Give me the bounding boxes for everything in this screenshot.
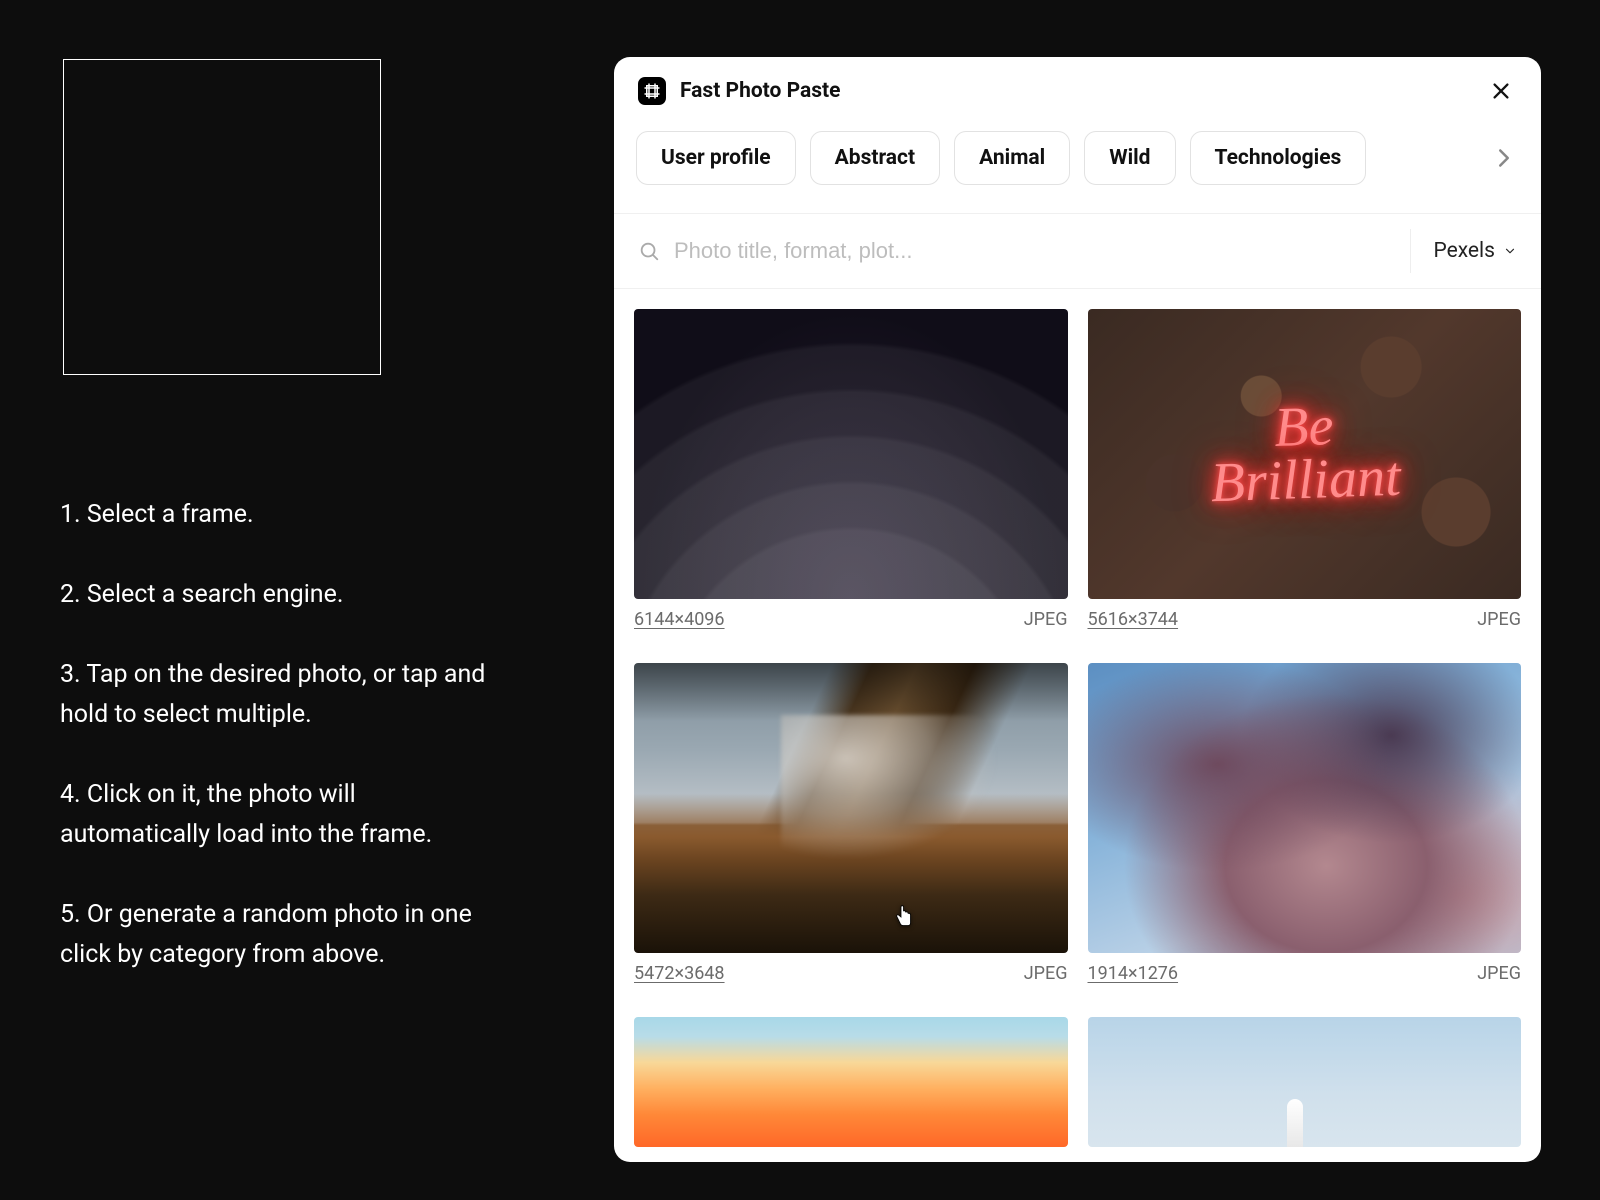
photo-format: JPEG <box>1024 963 1068 984</box>
photo-thumb[interactable] <box>1088 1017 1522 1147</box>
photo-thumb[interactable] <box>634 663 1068 953</box>
instruction-step: 4. Click on it, the photo will automatic… <box>60 775 490 855</box>
photo-thumb[interactable]: BeBrilliant <box>1088 309 1522 599</box>
chip-animal[interactable]: Animal <box>954 131 1070 185</box>
search-row: Pexels <box>614 213 1541 289</box>
search-input[interactable] <box>674 238 1400 264</box>
photo-meta: 1914×1276 JPEG <box>1088 963 1522 984</box>
photo-dimensions[interactable]: 5472×3648 <box>634 963 725 984</box>
photo-format: JPEG <box>1477 963 1521 984</box>
chevron-right-icon[interactable] <box>1489 143 1519 173</box>
chip-technologies[interactable]: Technologies <box>1190 131 1367 185</box>
photo-dimensions[interactable]: 5616×3744 <box>1088 609 1179 630</box>
photo-thumb[interactable] <box>1088 663 1522 953</box>
photo-dimensions[interactable]: 1914×1276 <box>1088 963 1179 984</box>
photo-thumb[interactable] <box>634 1017 1068 1147</box>
chip-abstract[interactable]: Abstract <box>810 131 940 185</box>
photo-format: JPEG <box>1477 609 1521 630</box>
search-icon <box>638 240 660 262</box>
photo-meta: 6144×4096 JPEG <box>634 609 1068 630</box>
chip-user-profile[interactable]: User profile <box>636 131 796 185</box>
instruction-step: 5. Or generate a random photo in one cli… <box>60 895 490 975</box>
neon-text: BeBrilliant <box>1088 309 1522 599</box>
photo-card: BeBrilliant 5616×3744 JPEG <box>1088 309 1522 645</box>
category-chips: User profile Abstract Animal Wild Techno… <box>614 117 1541 213</box>
photo-format: JPEG <box>1024 609 1068 630</box>
photo-picker-dialog: Fast Photo Paste User profile Abstract A… <box>614 57 1541 1162</box>
close-button[interactable] <box>1485 75 1517 107</box>
instruction-step: 1. Select a frame. <box>60 495 490 535</box>
photo-card: 6144×4096 JPEG <box>634 309 1068 645</box>
instruction-step: 3. Tap on the desired photo, or tap and … <box>60 655 490 735</box>
source-label: Pexels <box>1433 239 1495 263</box>
photo-thumb[interactable] <box>634 309 1068 599</box>
photo-card <box>1088 1017 1522 1162</box>
photo-card: 1914×1276 JPEG <box>1088 663 1522 999</box>
chevron-down-icon <box>1503 244 1517 258</box>
app-icon <box>638 77 666 105</box>
photo-card: 5472×3648 JPEG <box>634 663 1068 999</box>
dialog-title: Fast Photo Paste <box>680 79 1485 103</box>
instruction-step: 2. Select a search engine. <box>60 575 490 615</box>
divider <box>1410 229 1411 273</box>
photo-meta: 5472×3648 JPEG <box>634 963 1068 984</box>
target-frame[interactable] <box>63 59 381 375</box>
photo-dimensions[interactable]: 6144×4096 <box>634 609 725 630</box>
instructions: 1. Select a frame. 2. Select a search en… <box>60 495 490 1015</box>
source-select[interactable]: Pexels <box>1433 239 1517 263</box>
photo-card <box>634 1017 1068 1162</box>
photo-meta: 5616×3744 JPEG <box>1088 609 1522 630</box>
dialog-header: Fast Photo Paste <box>614 57 1541 117</box>
chip-wild[interactable]: Wild <box>1084 131 1175 185</box>
photo-grid: 6144×4096 JPEG BeBrilliant 5616×3744 JPE… <box>614 289 1541 1162</box>
